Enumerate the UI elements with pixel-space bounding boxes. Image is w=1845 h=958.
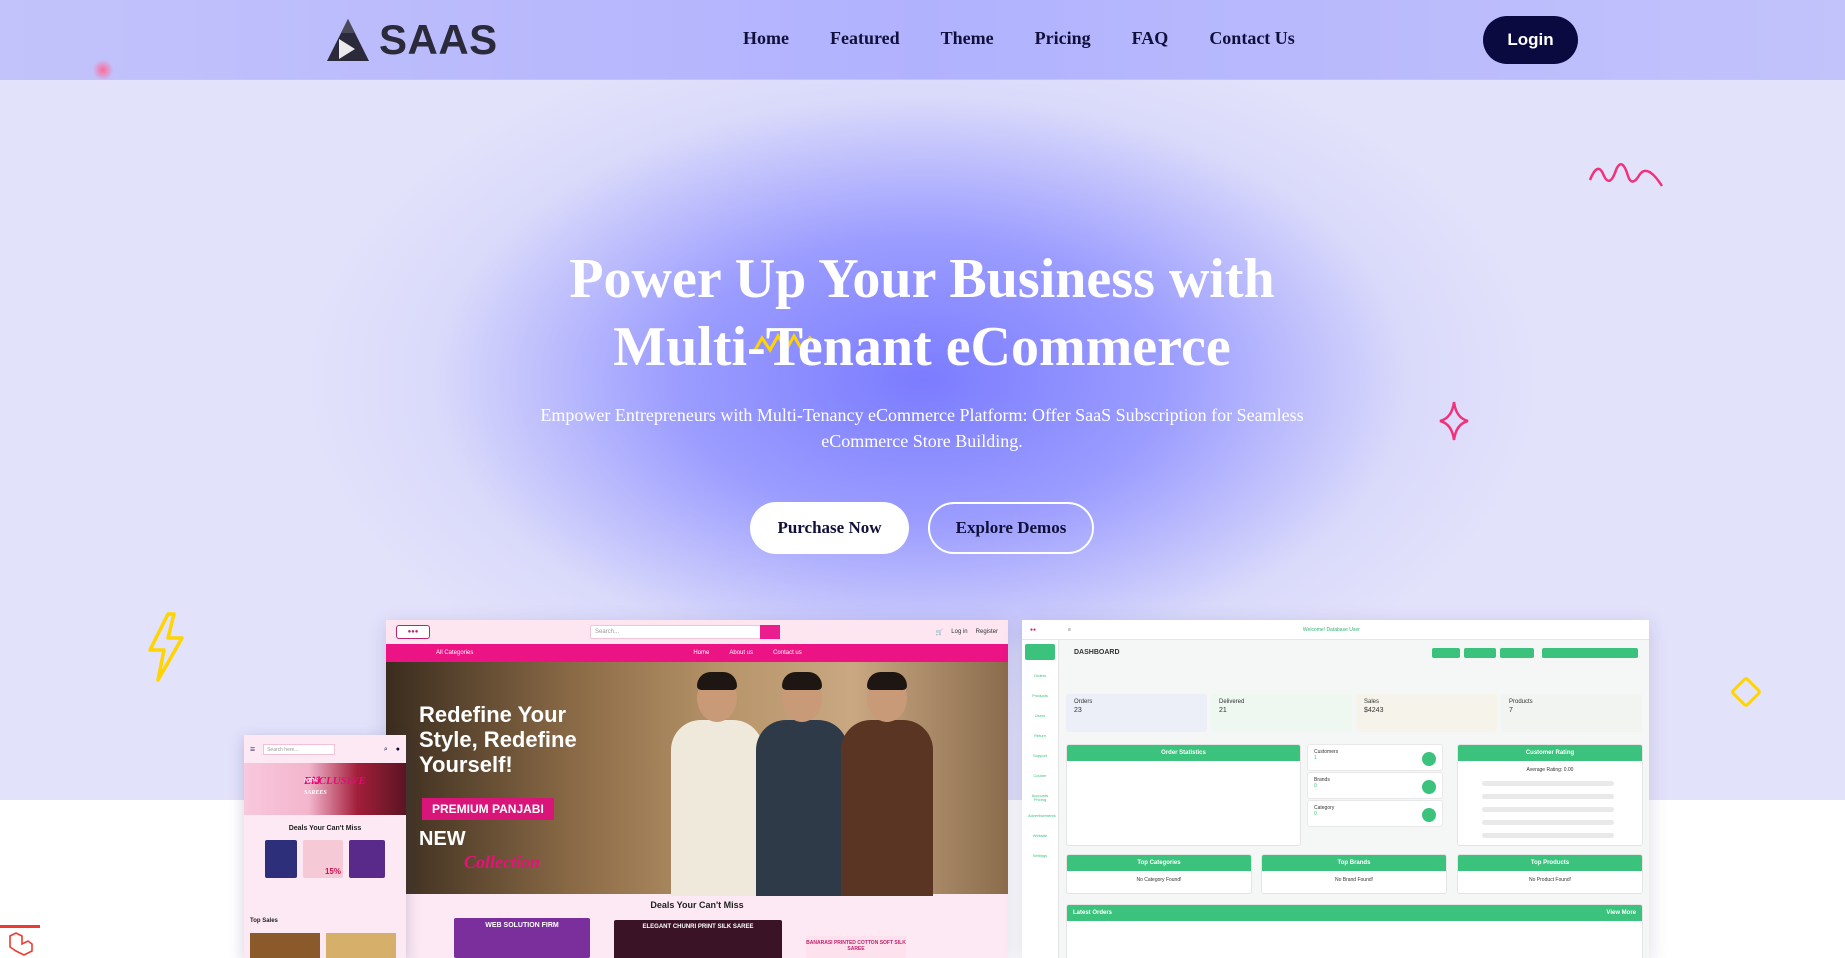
stat-orders: Orders 23 [1066,694,1207,732]
brands-card: Brands 0 [1307,772,1443,799]
customers-card: Customers 1 [1307,744,1443,771]
deal-card: WEB SOLUTION FIRM [454,918,590,958]
mobile-store-preview-image: ≡ Search here... ⌕ ● Eid EXCLUSIVE NEW S… [244,735,406,958]
dashboard-main: DASHBOARD Orders 23 Delivered 21 Sales $424… [1066,640,1644,958]
nav-pricing[interactable]: Pricing [1035,28,1091,49]
store-deals-title: Deals Your Can't Miss [650,900,744,910]
model-figure [671,672,763,896]
play-triangle-logo-icon [327,19,369,61]
lightning-bolt-icon [148,612,184,682]
hero-subtitle-line-2: eCommerce Store Building. [821,431,1023,451]
mobile-menu-icon: ≡ [250,744,256,754]
squiggle-decoration [1588,163,1664,187]
store-search-icon [760,625,780,639]
hero-subtitle-line-1: Empower Entrepreneurs with Multi-Tenancy… [540,405,1304,425]
admin-dashboard-preview-image: ●● ≡ Welcome! Database User Orders Produ… [1022,620,1649,958]
store-menu-about: About us [729,650,754,656]
hero-subtitle: Empower Entrepreneurs with Multi-Tenancy… [532,402,1312,454]
stat-products: Products 7 [1501,694,1642,732]
sparkle-icon [1439,401,1469,441]
mobile-deals-title: Deals Your Can't Miss [288,825,362,832]
dashboard-welcome: Welcome! Database User [1302,626,1360,633]
brand-name: SAAS [379,16,498,63]
mobile-banner: Eid EXCLUSIVE NEW SAREES [244,763,406,815]
top-categories-panel: Top Categories No Category Found! [1066,854,1252,894]
dashboard-sidebar-active [1025,644,1055,660]
mobile-search-input: Search here... [263,743,336,755]
store-banner-tag: PREMIUM PANJABI [422,798,554,820]
site-header: SAAS Home Featured Theme Pricing FAQ Con… [0,0,1845,80]
explore-demos-button[interactable]: Explore Demos [928,502,1094,554]
store-banner-collection: Collection [464,852,540,872]
store-menu-home: Home [693,650,710,656]
mobile-top-sales: Top Sales [250,918,278,924]
store-login-link: Log in [951,628,968,635]
mobile-discount: 15% [324,867,341,876]
category-card: Category 0 [1307,800,1443,827]
top-brands-panel: Top Brands No Brand Found! [1261,854,1447,894]
store-search-input: Search... [590,625,780,639]
nav-featured[interactable]: Featured [830,28,900,49]
store-topbar: ●●● Search... 🛒 Log in Register [386,620,1008,644]
dashboard-menu-icon: ≡ [1068,626,1071,633]
model-figure [756,672,848,896]
laravel-badge[interactable] [0,925,40,958]
deal-card: ELEGANT CHUNRI PRINT SILK SAREE [614,920,782,958]
store-logo: ●●● [396,625,430,639]
hero-title-line-1: Power Up Your Business with [569,248,1275,310]
main-nav: Home Featured Theme Pricing FAQ Contact … [743,28,1295,49]
mobile-search-icon: ⌕ [383,744,388,753]
model-figure [841,672,933,896]
store-account-links: 🛒 Log in Register [936,629,998,636]
order-statistics-panel: Order Statistics [1066,744,1301,846]
store-banner-headline: Redefine Your Style, Redefine Yourself! [419,702,577,777]
store-menu-contact: Contact us [773,650,802,656]
store-categories: All Categories [436,650,474,656]
brand-logo[interactable]: SAAS [325,16,498,64]
diamond-decoration [1731,677,1761,707]
deal-card: BANARASI PRINTED COTTON SOFT SILK SAREE [806,936,906,958]
nav-contact-us[interactable]: Contact Us [1209,28,1295,49]
mobile-topbar: ≡ Search here... ⌕ ● [244,735,406,763]
store-banner-new: NEW [419,828,466,850]
pink-blob-decoration [92,60,114,80]
top-products-panel: Top Products No Product Found! [1457,854,1643,894]
login-button[interactable]: Login [1483,16,1578,64]
nav-home[interactable]: Home [743,28,789,49]
dashboard-topbar: ●● ≡ Welcome! Database User [1022,620,1649,640]
dashboard-logo: ●● [1030,626,1037,633]
laravel-logo-icon [9,932,33,956]
store-cart-icon: 🛒 [935,629,944,636]
store-hero-banner: Redefine Your Style, Redefine Yourself! … [386,662,1008,896]
mobile-top-sales-images [250,933,396,958]
store-register-link: Register [975,628,998,635]
mobile-user-icon: ● [395,745,400,753]
mobile-deal-row: 15% [244,840,406,878]
dashboard-sidebar: Orders Products Users Return Support Cou… [1022,640,1059,958]
stat-sales: Sales $4243 [1356,694,1497,732]
nav-faq[interactable]: FAQ [1132,28,1169,49]
customer-rating-panel: Customer Rating Average Rating: 0.00 [1457,744,1643,846]
storefront-preview-image: ●●● Search... 🛒 Log in Register All Cate… [386,620,1008,958]
latest-orders-panel: Latest Orders View More [1066,904,1643,958]
nav-theme[interactable]: Theme [941,28,994,49]
hero-title-line-2: Multi-Tenant eCommerce [613,316,1231,378]
store-menu-bar: All Categories Home About us Contact us [386,644,1008,662]
purchase-now-button[interactable]: Purchase Now [750,502,909,554]
stat-delivered: Delivered 21 [1211,694,1352,732]
hero-title: Power Up Your Business with Multi-Tenant… [422,245,1422,381]
